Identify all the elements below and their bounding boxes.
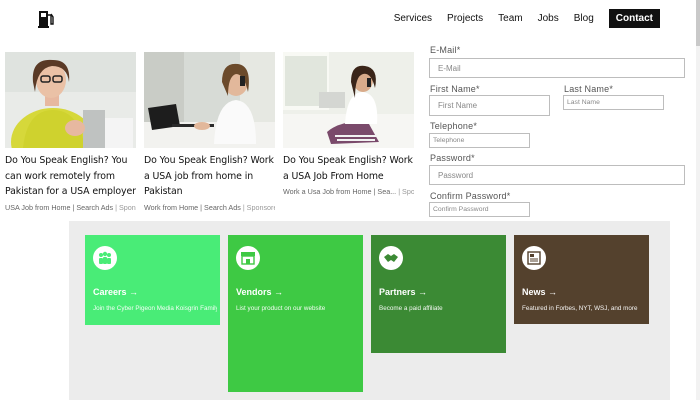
storefront-icon [236,246,260,270]
telephone-label: Telephone* [430,121,478,131]
fuel-pump-icon[interactable] [38,9,56,29]
ad-card-1[interactable]: Do You Speak English? You can work remot… [5,52,136,212]
page-scrollbar[interactable] [696,0,700,400]
last-name-field[interactable]: Last Name [563,95,664,110]
ad-sponsored-label: | Sponsored [242,202,275,212]
first-name-field[interactable]: First Name [429,95,550,116]
partners-description: Become a paid affiliate [379,305,443,312]
nav-contact-button[interactable]: Contact [608,9,660,28]
nav-projects[interactable]: Projects [447,9,483,28]
ad-sponsored-label: | Sponsored [398,187,414,196]
password-field[interactable]: Password [429,165,685,185]
password-label: Password* [430,153,475,163]
vendors-description: List your product on our website [236,305,326,312]
first-name-label: First Name* [430,84,480,94]
careers-title[interactable]: Careers → [93,287,138,297]
nav-jobs[interactable]: Jobs [538,9,559,28]
ad-meta: USA Job from Home | Search Ads | Sponsor… [5,203,136,212]
ad-source[interactable]: Work a Usa Job from Home | Sea... [283,187,396,196]
confirm-password-label: Confirm Password* [430,191,511,201]
ad-headline[interactable]: Do You Speak English? Work a USA Job Fro… [283,153,414,184]
news-description: Featured in Forbes, NYT, WSJ, and more [522,305,638,312]
nav-team[interactable]: Team [498,9,522,28]
handshake-icon [379,246,403,270]
partners-title[interactable]: Partners → [379,287,427,297]
last-name-label: Last Name* [564,84,614,94]
ad-headline[interactable]: Do You Speak English? Work a USA job fro… [144,153,275,200]
telephone-field[interactable]: Telephone [429,133,530,148]
newspaper-icon [522,246,546,270]
nav-services[interactable]: Services [394,9,432,28]
ad-meta: Work a Usa Job from Home | Sea... | Spon… [283,187,414,196]
careers-description: Join the Cyber Pigeon Media Koisgrin Fam… [93,305,217,312]
partners-tile[interactable]: Partners → Become a paid affiliate [371,235,506,353]
email-label: E-Mail* [430,45,461,55]
careers-tile[interactable]: Careers → Join the Cyber Pigeon Media Ko… [85,235,220,325]
ad-source[interactable]: Work from Home | Search Ads [144,203,241,212]
news-tile[interactable]: News → Featured in Forbes, NYT, WSJ, and… [514,235,649,324]
vendors-tile[interactable]: Vendors → List your product on our websi… [228,235,363,392]
ad-sponsored-label: | Sponsored [115,202,136,212]
ad-source[interactable]: USA Job from Home | Search Ads [5,203,113,212]
ad-image-woman-bed[interactable] [283,52,414,148]
ad-meta: Work from Home | Search Ads | Sponsored [144,203,275,212]
scrollbar-thumb[interactable] [696,0,700,46]
ad-image-woman-laptop[interactable] [144,52,275,148]
ad-card-2[interactable]: Do You Speak English? Work a USA job fro… [144,52,275,212]
confirm-password-field[interactable]: Confirm Password [429,202,530,217]
ad-card-3[interactable]: Do You Speak English? Work a USA Job Fro… [283,52,414,196]
news-title[interactable]: News → [522,287,557,297]
vendors-title[interactable]: Vendors → [236,287,283,297]
ad-image-woman-glasses[interactable] [5,52,136,148]
nav-blog[interactable]: Blog [574,9,594,28]
ad-headline[interactable]: Do You Speak English? You can work remot… [5,153,136,200]
email-field[interactable]: E-Mail [429,58,685,78]
people-group-icon [93,246,117,270]
main-nav: Services Projects Team Jobs Blog Contact [379,9,660,28]
